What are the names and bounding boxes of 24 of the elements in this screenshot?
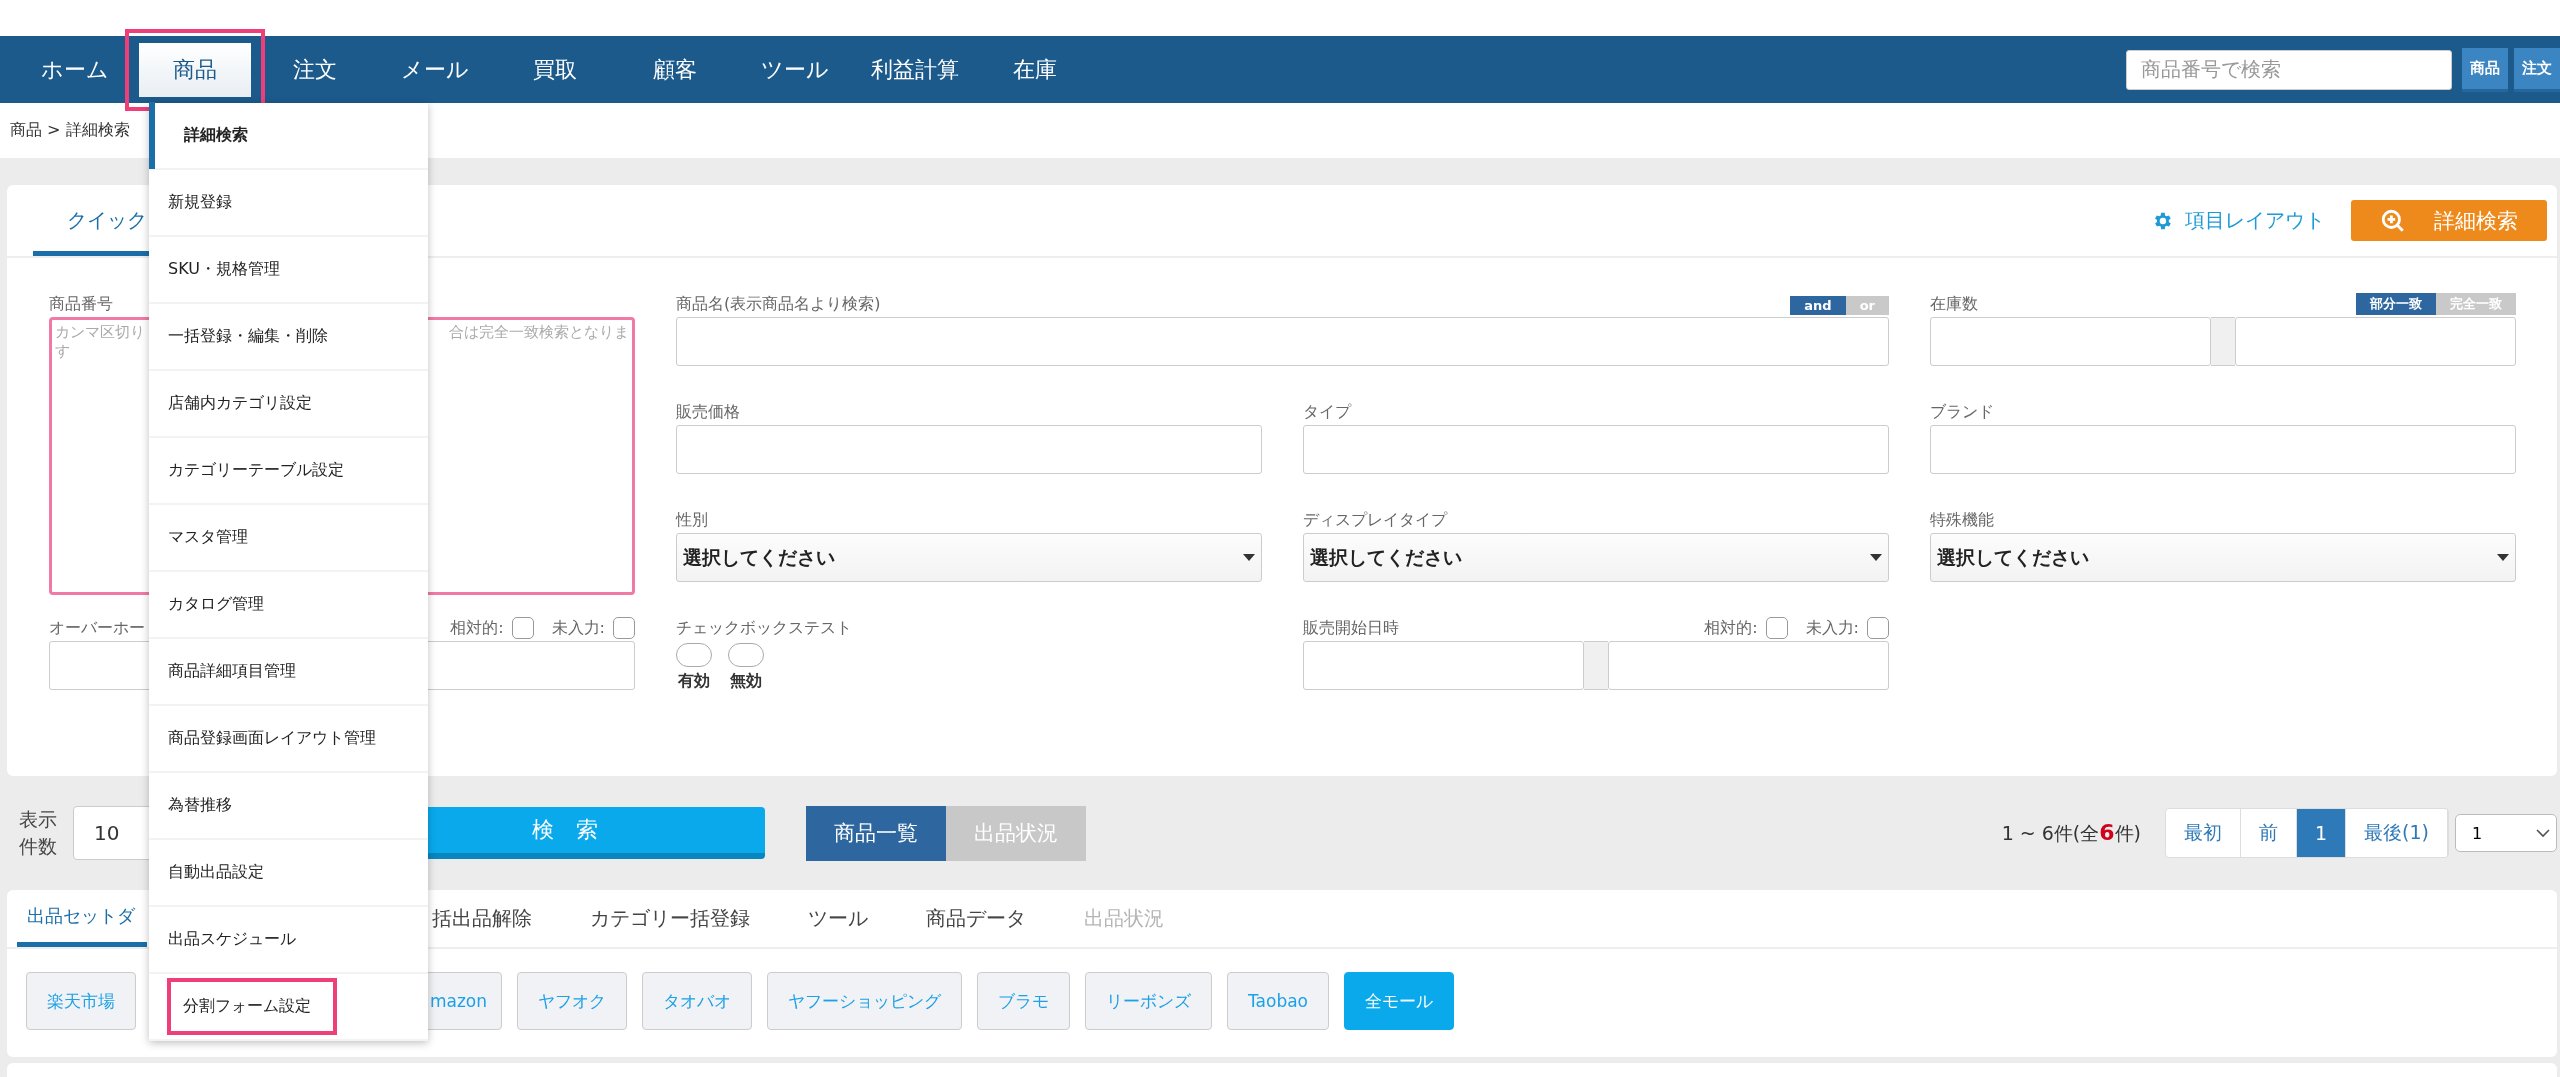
toggle-label: 無効 xyxy=(730,671,762,692)
field-label: 販売開始日時 xyxy=(1303,618,1399,639)
checkbox-label: 未入力: xyxy=(1805,617,1859,639)
field-label: 販売価格 xyxy=(676,402,740,423)
field-label: オーバーホー xyxy=(49,618,145,639)
breadcrumb: 商品 > 詳細検索 xyxy=(10,120,130,141)
field-label: タイプ xyxy=(1303,402,1351,423)
toggle-label: 有効 xyxy=(678,671,710,692)
field-label: 在庫数 xyxy=(1930,294,1978,315)
result-count: 1 ~ 6件(全6件) xyxy=(2001,819,2141,847)
placeholder-text: す xyxy=(55,342,70,361)
field-label: 性別 xyxy=(676,510,708,531)
field-label: ブランド xyxy=(1930,402,1994,423)
field-label: チェックボックステスト xyxy=(676,618,852,639)
checkbox-label: 未入力: xyxy=(551,617,605,639)
field-label: 商品番号 xyxy=(49,294,113,315)
field-label: ディスプレイタイプ xyxy=(1303,510,1447,531)
checkbox-label: 相対的: xyxy=(1704,617,1758,639)
checkbox-label: 相対的: xyxy=(450,617,504,639)
placeholder-text: 合は完全一致検索となりま xyxy=(449,323,629,342)
per-page-label: 表示件数 xyxy=(19,807,58,859)
field-label: 特殊機能 xyxy=(1930,510,1994,531)
placeholder-text: カンマ区切り xyxy=(55,323,145,342)
field-label: 商品名(表示商品名より検索) xyxy=(676,294,881,315)
